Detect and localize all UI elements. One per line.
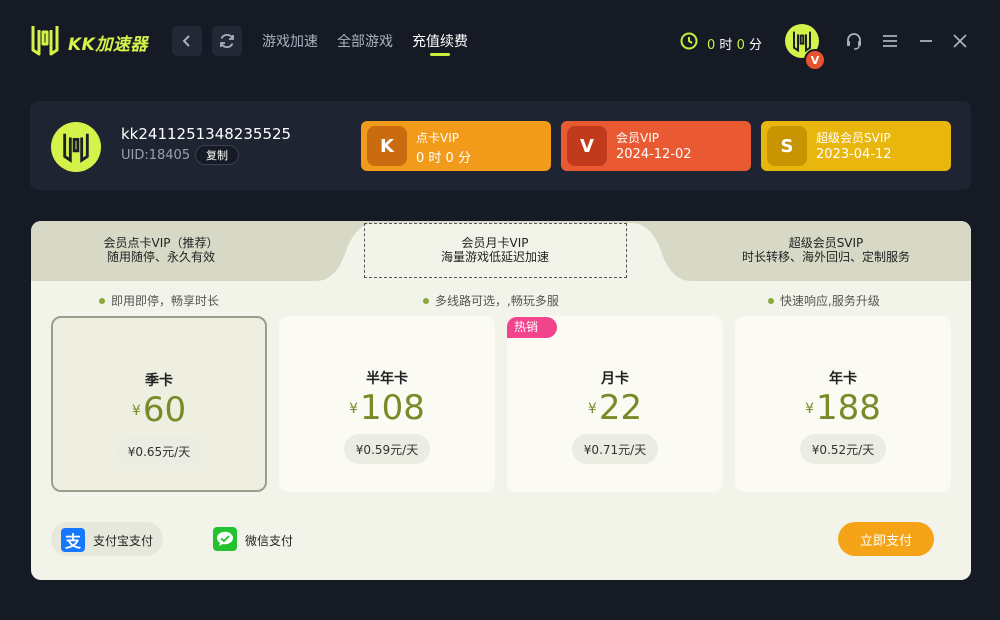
tab-game-accelerate[interactable]: 游戏加速: [262, 31, 318, 51]
minimize-icon: [920, 40, 932, 42]
plan-tab-point-card[interactable]: 会员点卡VIP（推荐） 随用随停、永久有效: [31, 236, 291, 264]
package-card[interactable]: 年卡 ¥188 ¥0.52元/天: [735, 316, 951, 492]
vip-card-status: 2024-12-02: [616, 147, 692, 162]
package-price: ¥188: [735, 388, 951, 428]
package-name: 年卡: [829, 371, 857, 387]
feature-item: 多线路可选，,畅玩多服: [423, 292, 559, 309]
timer-hours: 0: [707, 38, 716, 53]
price-per-day: ¥0.59元/天: [344, 434, 430, 464]
tab-recharge[interactable]: 充值续费: [412, 31, 468, 51]
price-amount: 22: [598, 388, 643, 428]
app-logo-icon: [30, 22, 60, 58]
tab-all-games[interactable]: 全部游戏: [337, 31, 393, 51]
user-avatar: [51, 122, 101, 172]
wechat-pay-icon[interactable]: [213, 527, 237, 551]
user-uid: UID:18405: [121, 148, 191, 163]
feature-item: 快速响应,服务升级: [768, 292, 880, 309]
price-amount: 60: [142, 390, 187, 430]
currency-symbol: ¥: [587, 401, 597, 417]
s-badge-icon: S: [767, 126, 807, 166]
currency-symbol: ¥: [349, 401, 358, 417]
headset-icon: [847, 33, 861, 50]
package-card[interactable]: 月卡 ¥22 ¥0.71元/天: [507, 316, 723, 492]
vip-status-card[interactable]: K 点卡VIP 0 时 0 分: [361, 121, 551, 171]
hamburger-menu-icon: [883, 35, 897, 47]
pay-now-button[interactable]: 立即支付: [838, 522, 934, 556]
package-price: ¥60: [53, 390, 265, 430]
alipay-label[interactable]: 支付宝支付: [93, 532, 153, 549]
price-per-day: ¥0.65元/天: [116, 436, 202, 466]
v-badge-icon: V: [567, 126, 607, 166]
plan-tab-title: 会员点卡VIP（推荐）: [103, 236, 219, 250]
package-card[interactable]: 半年卡 ¥108 ¥0.59元/天: [279, 316, 495, 492]
package-card[interactable]: 季卡 ¥60 ¥0.65元/天: [51, 316, 267, 492]
timer-hours-unit: 时: [719, 38, 733, 53]
back-button[interactable]: [172, 26, 202, 56]
alipay-icon: 支: [61, 528, 85, 552]
plan-tab-desc: 海量游戏低延迟加速: [440, 250, 549, 264]
plan-tab-monthly[interactable]: 会员月卡VIP 海量游戏低延迟加速: [365, 236, 625, 264]
clock-icon: [680, 32, 698, 50]
plan-tab-title: 超级会员SVIP: [788, 236, 864, 250]
user-avatar-logo-icon: [63, 133, 89, 163]
chevron-left-icon: [182, 35, 190, 47]
username: kk2411251348235525: [121, 125, 292, 143]
vip-card-title: 会员VIP: [616, 131, 659, 145]
app-brand-name: KK加速器: [68, 35, 148, 55]
plan-tab-svip[interactable]: 超级会员SVIP 时长转移、海外回归、定制服务: [696, 236, 956, 264]
refresh-button[interactable]: [212, 26, 242, 56]
minimize-button[interactable]: [915, 30, 937, 52]
vip-card-status: 0 时 0 分: [416, 151, 471, 166]
support-headset-button[interactable]: [843, 30, 865, 52]
package-name: 月卡: [601, 371, 629, 387]
wechat-bubble-icon: [217, 531, 233, 546]
vip-card-status: 2023-04-12: [816, 147, 892, 162]
package-name: 半年卡: [366, 371, 408, 387]
currency-symbol: ¥: [805, 401, 814, 417]
vip-card-title: 点卡VIP: [416, 131, 459, 145]
price-per-day: ¥0.52元/天: [800, 434, 886, 464]
vip-status-card[interactable]: V 会员VIP 2024-12-02: [561, 121, 751, 171]
package-price: ¥22: [507, 388, 723, 428]
bullet-dot-icon: [99, 297, 105, 304]
timer-minutes-unit: 分: [749, 38, 763, 53]
price-per-day: ¥0.71元/天: [572, 434, 658, 464]
price-amount: 188: [816, 388, 881, 428]
refresh-icon: [220, 34, 234, 48]
currency-symbol: ¥: [131, 403, 141, 419]
remaining-time: 0 时 0 分: [707, 34, 762, 53]
plan-tab-desc: 时长转移、海外回归、定制服务: [741, 250, 910, 264]
bullet-dot-icon: [768, 297, 774, 304]
menu-button[interactable]: [879, 30, 901, 52]
package-price: ¥108: [279, 388, 495, 428]
close-icon: [953, 34, 967, 48]
close-button[interactable]: [949, 30, 971, 52]
vip-card-title: 超级会员SVIP: [816, 131, 891, 145]
hot-sale-badge: 热销: [507, 317, 557, 338]
price-amount: 108: [360, 388, 425, 428]
wechat-pay-label[interactable]: 微信支付: [245, 532, 293, 549]
timer-minutes: 0: [736, 38, 745, 53]
bullet-dot-icon: [423, 297, 429, 304]
active-tab-indicator: [430, 53, 450, 56]
plan-tab-desc: 随用随停、永久有效: [106, 250, 215, 264]
package-name: 季卡: [145, 373, 173, 389]
vip-status-card[interactable]: S 超级会员SVIP 2023-04-12: [761, 121, 951, 171]
k-badge-icon: K: [367, 126, 407, 166]
plan-tab-title: 会员月卡VIP: [461, 236, 529, 250]
copy-uid-button[interactable]: 复制: [195, 145, 239, 165]
vip-level-badge: V: [804, 49, 826, 71]
feature-item: 即用即停，畅享时长: [99, 292, 219, 309]
